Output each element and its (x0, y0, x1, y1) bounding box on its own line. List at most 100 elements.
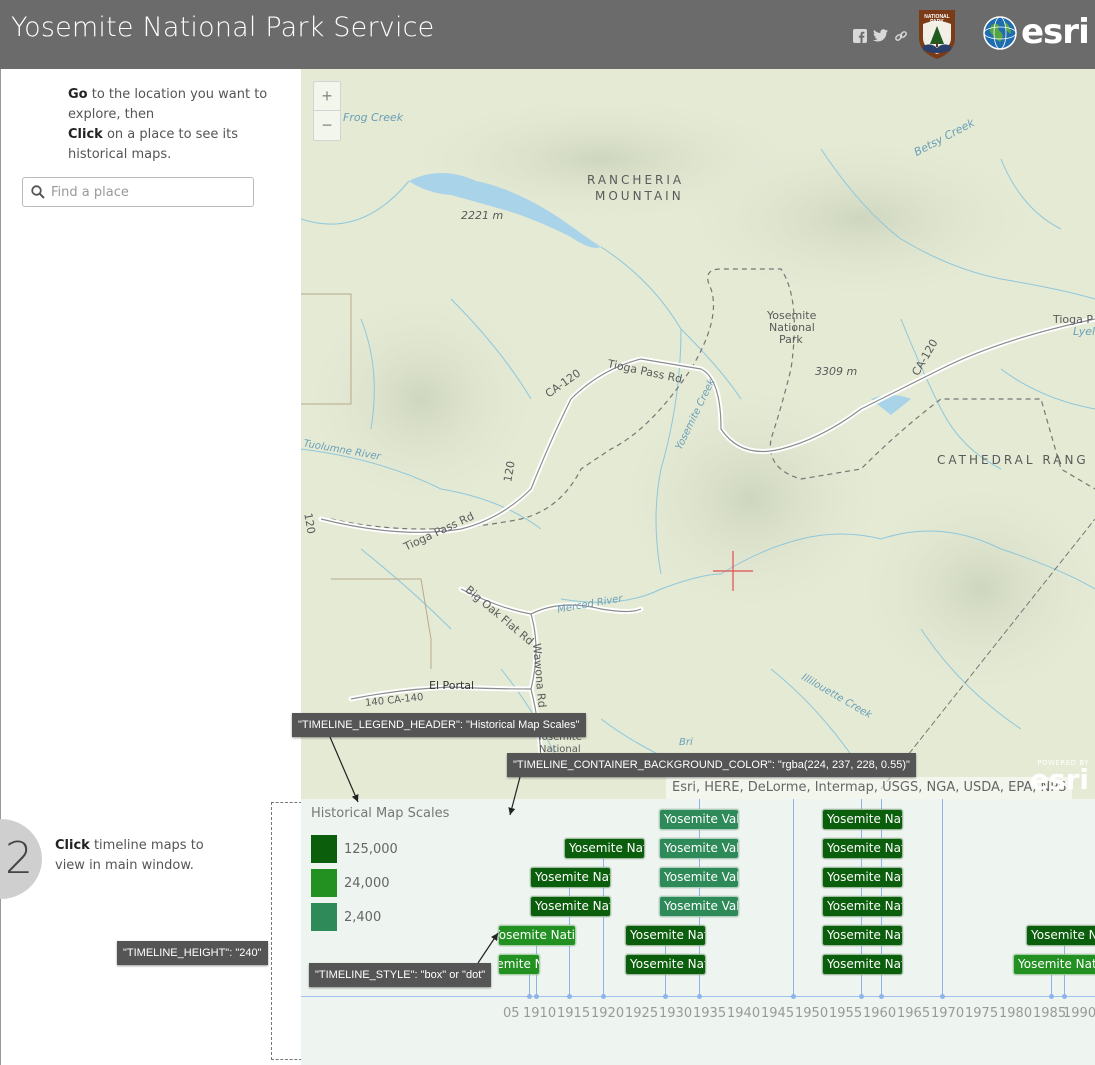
timeline-map-box[interactable]: Yosemite National Park (625, 954, 706, 975)
callout-legend-header: "TIMELINE_LEGEND_HEADER": "Historical Ma… (292, 713, 586, 737)
map-label: CATHEDRAL RANG (937, 453, 1089, 467)
timeline-map-title: Yosemite National Park (827, 870, 902, 884)
zoom-in-button[interactable]: + (314, 82, 340, 111)
zoom-out-button[interactable]: − (314, 111, 340, 140)
search-box[interactable] (22, 177, 254, 207)
step-number: 2 (5, 833, 33, 884)
timeline-map-title: Yosemite National Park (535, 899, 610, 913)
timeline-map-title: Yosemite Valley (664, 812, 739, 826)
timeline-dot[interactable] (940, 994, 945, 999)
timeline-map-title: Yosemite National Park (498, 928, 576, 942)
timeline-map-title: Yosemite National Park (630, 957, 705, 971)
timeline-tick: 1920 (591, 1006, 625, 1021)
powered-by-esri: POWERED BY esri (1030, 759, 1089, 794)
callout-timeline-style: "TIMELINE_STYLE": "box" or "dot" (309, 963, 492, 987)
timeline-tick: 1960 (863, 1006, 897, 1021)
basemap-terrain (301, 69, 1095, 799)
legend-swatch (311, 835, 337, 863)
timeline-map-box[interactable]: Yosemite Valley (659, 809, 739, 830)
map-label: Frog Creek (343, 111, 404, 124)
timeline-tick: 05 (503, 1006, 520, 1021)
legend-label: 2,400 (344, 910, 382, 925)
timeline-tick: 1985 (1033, 1006, 1067, 1021)
twitter-icon[interactable] (872, 29, 888, 45)
timeline-map-title: Yosemite National Park (535, 870, 610, 884)
timeline-dot[interactable] (601, 994, 606, 999)
timeline-map-title: Yosemite Valley (664, 899, 739, 913)
timeline-map-box[interactable]: Yosemite National Park (498, 925, 576, 946)
timeline-map-box[interactable]: Yosemite National Park (822, 809, 903, 830)
link-icon[interactable] (893, 29, 909, 45)
timeline-map-box[interactable]: Yosemite National Park (822, 896, 903, 917)
map-view[interactable]: + − Frog Creek RANCHERIA MOUNTAIN 2221 m… (301, 69, 1095, 799)
instr-line1: to the location you want to explore, the… (68, 87, 268, 122)
timeline-map-title: Yosemite National Park (499, 957, 539, 971)
timeline-dot[interactable] (1062, 994, 1067, 999)
svg-text:PARK: PARK (930, 19, 944, 25)
timeline-tick: 1965 (897, 1006, 931, 1021)
timeline-map-box[interactable]: Yosemite National Park (822, 925, 903, 946)
timeline-map-title: Yosemite National Park (827, 957, 902, 971)
timeline-map-box[interactable]: Yosemite National Park (1026, 925, 1095, 946)
timeline-tick: 1970 (931, 1006, 965, 1021)
click-keyword: Click (55, 838, 90, 853)
timeline-line (793, 799, 794, 997)
app-header: Yosemite National Park Service NATIONAL … (0, 0, 1095, 69)
timeline-tick: 1945 (761, 1006, 795, 1021)
timeline-legend-header: Historical Map Scales (311, 806, 450, 821)
timeline-dot[interactable] (697, 994, 702, 999)
timeline-map-box[interactable]: Yosemite National Park (822, 838, 903, 859)
map-label: MOUNTAIN (595, 189, 684, 203)
timeline-tick: 1975 (965, 1006, 999, 1021)
search-input[interactable] (51, 182, 247, 202)
timeline-map-title: Yosemite National Park (569, 841, 644, 855)
sidebar: Go to the location you want to explore, … (0, 69, 301, 799)
timeline-map-box[interactable]: Yosemite National Park (564, 838, 645, 859)
map-label: Bri (679, 737, 693, 748)
timeline-map-box[interactable]: Yosemite Valley (659, 867, 739, 888)
timeline-tick: 1990 (1063, 1006, 1095, 1021)
timeline-map-box[interactable]: Yosemite National Park (822, 867, 903, 888)
timeline-tick: 1915 (557, 1006, 591, 1021)
timeline-tick: 1955 (829, 1006, 863, 1021)
step1-instructions: Go to the location you want to explore, … (68, 85, 268, 165)
timeline-dot[interactable] (1049, 994, 1054, 999)
callout-timeline-height: "TIMELINE_HEIGHT": "240" (117, 941, 268, 965)
go-keyword: Go (68, 87, 88, 102)
timeline-tick: 1950 (795, 1006, 829, 1021)
timeline-map-box[interactable]: Yosemite National Park (1013, 954, 1095, 975)
timeline-map-box[interactable]: Yosemite National Park (498, 954, 540, 975)
map-label: 3309 m (815, 365, 858, 378)
timeline-tick: 1910 (523, 1006, 557, 1021)
map-label: Park (779, 333, 803, 346)
timeline-map-box[interactable]: Yosemite National Park (822, 954, 903, 975)
esri-wordmark: esri (1021, 12, 1090, 52)
timeline-dot[interactable] (534, 994, 539, 999)
timeline-dot[interactable] (527, 994, 532, 999)
timeline-tick: 1980 (999, 1006, 1033, 1021)
timeline-map-box[interactable]: Yosemite National Park (530, 867, 611, 888)
timeline-map-box[interactable]: Yosemite National Park (530, 896, 611, 917)
timeline-tick: 1925 (625, 1006, 659, 1021)
facebook-icon[interactable] (852, 29, 868, 45)
timeline-map-box[interactable]: Yosemite Valley (659, 838, 739, 859)
timeline-map-title: Yosemite National Park (827, 928, 902, 942)
app-root: Yosemite National Park Service NATIONAL … (0, 0, 1095, 1065)
esri-logo: esri (983, 12, 1090, 52)
timeline-dot[interactable] (879, 994, 884, 999)
timeline-dot[interactable] (567, 994, 572, 999)
nps-arrowhead-logo: NATIONAL PARK (917, 8, 957, 60)
callout-container-bg: "TIMELINE_CONTAINER_BACKGROUND_COLOR": "… (507, 753, 916, 777)
timeline-line (942, 799, 943, 997)
timeline-container[interactable]: Historical Map Scales 125,000 24,000 2,4… (301, 799, 1095, 1065)
timeline-dot[interactable] (663, 994, 668, 999)
timeline-dot[interactable] (791, 994, 796, 999)
step2-instructions: Click timeline maps to view in main wind… (55, 836, 235, 876)
timeline-map-box[interactable]: Yosemite National Park (625, 925, 706, 946)
map-label: RANCHERIA (587, 173, 685, 187)
timeline-map-title: Yosemite Valley (664, 870, 739, 884)
timeline-dot[interactable] (859, 994, 864, 999)
timeline-map-box[interactable]: Yosemite Valley (659, 896, 739, 917)
search-icon (31, 185, 45, 199)
legend-label: 24,000 (344, 876, 390, 891)
